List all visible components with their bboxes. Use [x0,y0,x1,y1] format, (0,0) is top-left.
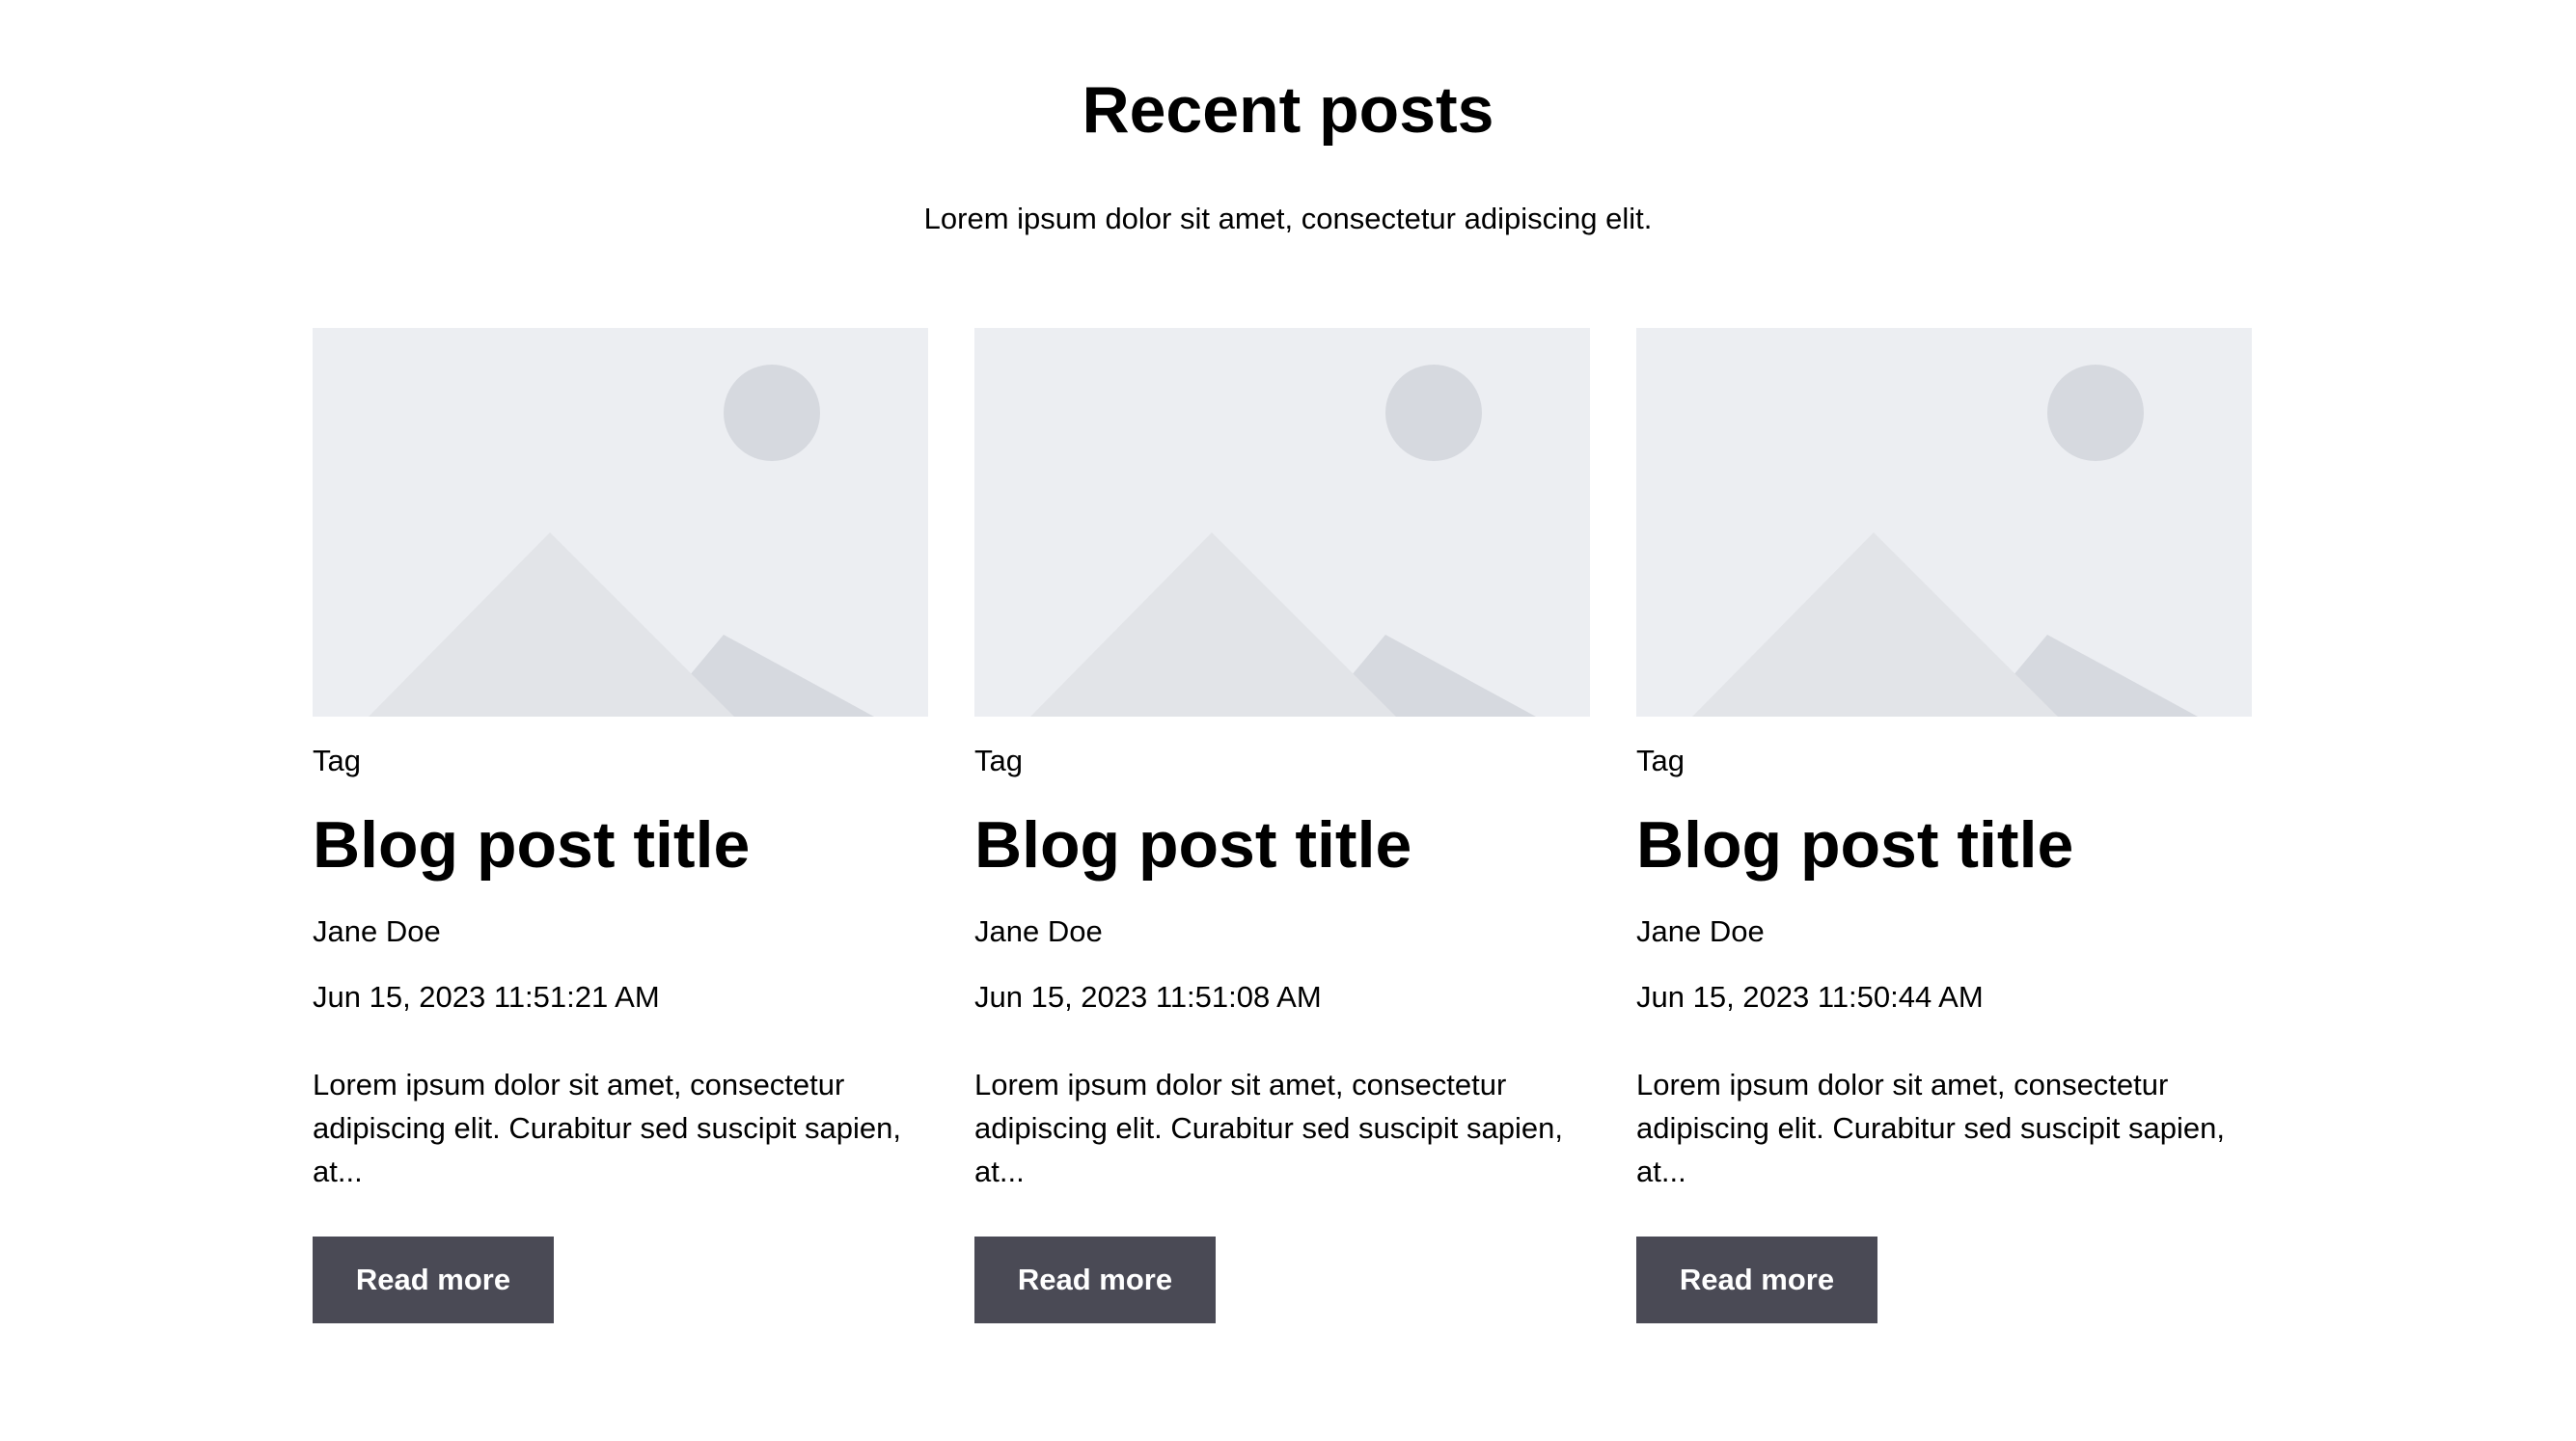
section-title: Recent posts [1082,73,1494,147]
post-excerpt: Lorem ipsum dolor sit amet, consectetur … [1636,1068,2225,1188]
post-author: Jane Doe [1636,914,1765,948]
image-placeholder-icon[interactable] [313,328,928,717]
read-more-button[interactable]: Read more [313,1237,554,1323]
image-placeholder-icon[interactable] [1636,328,2252,717]
post-date: Jun 15, 2023 11:51:21 AM [313,980,660,1014]
post-excerpt: Lorem ipsum dolor sit amet, consectetur … [974,1068,1563,1188]
post-card: Tag Blog post title Jane Doe Jun 15, 202… [1636,328,2252,1331]
post-title[interactable]: Blog post title [974,801,1411,889]
post-tag: Tag [313,744,361,777]
post-tag: Tag [974,744,1023,777]
recent-posts-section: Recent posts Lorem ipsum dolor sit amet,… [0,0,2576,1441]
section-subtitle: Lorem ipsum dolor sit amet, consectetur … [923,202,1653,235]
read-more-button[interactable]: Read more [1636,1237,1877,1323]
image-placeholder-icon[interactable] [974,328,1590,717]
read-more-button[interactable]: Read more [974,1237,1216,1323]
post-excerpt: Lorem ipsum dolor sit amet, consectetur … [313,1068,901,1188]
post-cards: Tag Blog post title Jane Doe Jun 15, 202… [313,328,2263,1331]
post-author: Jane Doe [974,914,1103,948]
post-date: Jun 15, 2023 11:50:44 AM [1636,980,1984,1014]
post-tag: Tag [1636,744,1685,777]
post-card: Tag Blog post title Jane Doe Jun 15, 202… [974,328,1590,1331]
post-author: Jane Doe [313,914,441,948]
post-date: Jun 15, 2023 11:51:08 AM [974,980,1322,1014]
post-card: Tag Blog post title Jane Doe Jun 15, 202… [313,328,928,1331]
post-title[interactable]: Blog post title [313,801,750,889]
post-title[interactable]: Blog post title [1636,801,2073,889]
